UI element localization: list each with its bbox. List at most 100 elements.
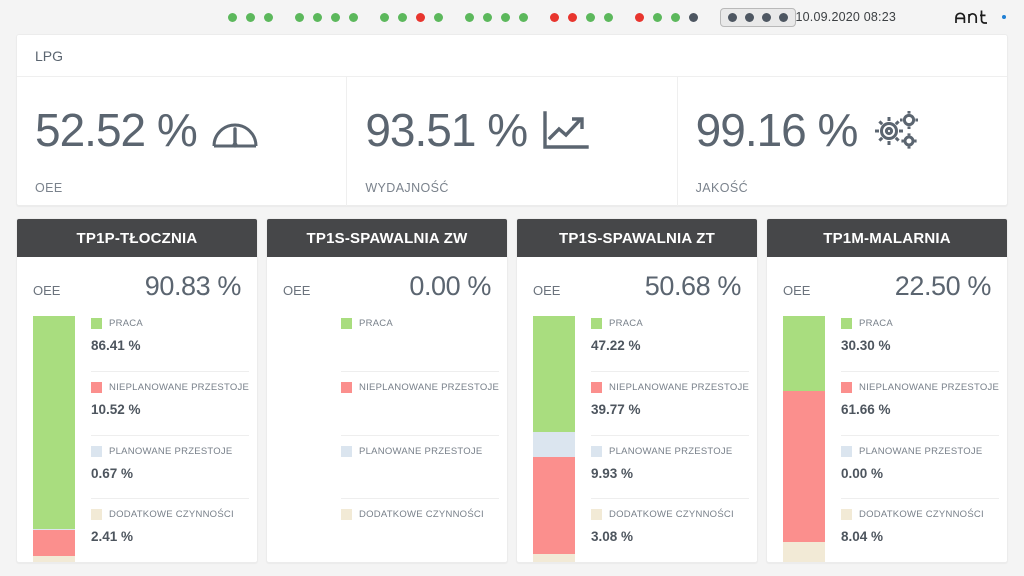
status-dot-ok[interactable] [519,12,528,22]
status-dot-ok[interactable] [604,12,613,22]
legend-swatch-planowane [91,445,102,457]
legend-item: PRACA 86.41 % [91,316,249,371]
bar-segment-praca [783,316,825,391]
status-dot-group-7[interactable] [720,7,796,27]
legend-swatch-dodatkowe [841,509,852,521]
kpi-cell-jakość: 99.16 % JAKOŚĆ [676,77,1007,206]
logo-accent-dot [1002,15,1006,19]
kpi-value: 93.51 % [365,104,528,156]
legend-label: NIEPLANOWANE PRZESTOJE [609,381,750,393]
legend-label: NIEPLANOWANE PRZESTOJE [359,381,500,393]
machine-legend: PRACA 30.30 % NIEPLANOWANE PRZESTOJE 61.66 … [825,316,1000,562]
kpi-cell-wydajność: 93.51 % WYDAJNOŚĆ [346,77,676,206]
status-dot-idle[interactable] [762,12,771,22]
status-dot-idle[interactable] [689,12,698,22]
status-dot-ok[interactable] [349,12,358,22]
stacked-bar [783,316,825,562]
status-dot-idle[interactable] [728,12,737,22]
machine-oee-label: OEE [283,283,311,298]
legend-swatch-praca [91,318,102,329]
legend-value [341,402,499,418]
machine-card-body: PRACA 47.22 % NIEPLANOWANE PRZESTOJE 39.77 … [517,308,757,562]
kpi-row: 52.52 % OEE 93.51 % WYDAJNOŚĆ 99.16 % JAKOŚĆ [17,77,1007,206]
legend-item: PLANOWANE PRZESTOJE 9.93 % [591,434,750,499]
legend-head: DODATKOWE CZYNNOŚCI [91,509,249,521]
legend-value: 10.52 % [91,401,141,417]
status-dot-ok[interactable] [653,12,662,22]
status-dot-ok[interactable] [264,12,273,22]
clock: 10.09.2020 08:23 [795,10,896,24]
machine-legend: PRACA 47.22 % NIEPLANOWANE PRZESTOJE 39.77 … [575,316,750,562]
status-dot-ok[interactable] [313,12,322,22]
machine-oee-label: OEE [33,283,61,298]
bar-segment-nieplanowane [533,456,575,555]
legend-value: 47.22 % [591,338,641,353]
machine-card-title: TP1M-MALARNIA [767,219,1007,257]
bar-segment-dodatkowe [533,554,575,562]
status-dot-ok[interactable] [465,12,474,22]
machine-oee-value: 22.50 % [894,271,992,301]
stacked-bar-wrap [533,316,575,562]
legend-label: DODATKOWE CZYNNOŚCI [609,509,734,521]
legend-value: 9.93 % [591,465,634,481]
status-dot-group-5 [550,12,613,22]
legend-item: PRACA 47.22 % [591,316,749,371]
legend-label: PRACA [859,318,893,329]
stacked-bar-wrap [33,316,75,562]
status-dot-idle[interactable] [779,12,788,22]
status-dot-ok[interactable] [380,12,389,22]
status-dot-alarm[interactable] [416,12,425,22]
machine-card[interactable]: TP1S-SPAWALNIA ZW OEE 0.00 % PRACA NIEPLANOW… [266,218,508,563]
legend-swatch-nieplanowane [841,381,852,393]
stacked-bar [283,316,325,562]
status-dot-group-4 [465,12,528,22]
legend-swatch-dodatkowe [91,509,102,521]
status-dot-ok[interactable] [434,12,443,22]
status-dot-ok[interactable] [228,12,237,22]
status-dot-alarm[interactable] [635,12,644,22]
stacked-bar [33,316,75,562]
status-dot-alarm[interactable] [550,12,559,22]
ant-logo [954,9,1006,25]
machine-oee-value: 90.83 % [144,271,242,301]
status-dot-ok[interactable] [586,12,595,22]
legend-swatch-nieplanowane [591,381,602,393]
legend-label: PLANOWANE PRZESTOJE [359,445,483,457]
status-dot-group-3 [380,12,443,22]
status-dot-ok[interactable] [483,12,492,22]
machine-oee-label: OEE [533,283,561,298]
legend-item: NIEPLANOWANE PRZESTOJE [341,370,500,435]
status-dot-ok[interactable] [671,12,680,22]
legend-value: 86.41 % [91,338,141,353]
machine-card[interactable]: TP1S-SPAWALNIA ZT OEE 50.68 % PRACA 47.22 % N… [516,218,758,563]
status-dot-alarm[interactable] [568,12,577,22]
gauge-icon [212,123,258,148]
legend-swatch-nieplanowane [341,381,352,393]
status-dot-ok[interactable] [331,12,340,22]
legend-value: 61.66 % [841,401,891,417]
status-dot-ok[interactable] [501,12,510,22]
legend-item: DODATKOWE CZYNNOŚCI [341,498,500,562]
status-dot-ok[interactable] [295,12,304,22]
legend-item: DODATKOWE CZYNNOŚCI 3.08 % [591,498,750,562]
machine-oee-row: OEE 90.83 % [17,257,257,308]
bar-segment-nieplanowane [783,390,825,543]
machine-card[interactable]: TP1P-TŁOCZNIA OEE 90.83 % PRACA 86.41 % NIEPL… [16,218,258,563]
legend-item: PRACA 30.30 % [841,316,999,371]
status-dot-ok[interactable] [246,12,255,22]
kpi-panel-title: LPG [17,35,1007,77]
legend-swatch-nieplanowane [91,381,102,393]
machine-card[interactable]: TP1M-MALARNIA OEE 22.50 % PRACA 30.30 % NIEPL… [766,218,1008,563]
status-dot-idle[interactable] [745,12,754,22]
machine-oee-row: OEE 50.68 % [517,257,757,308]
legend-swatch-dodatkowe [341,509,352,521]
legend-head: DODATKOWE CZYNNOŚCI [841,509,999,521]
legend-swatch-praca [591,318,602,329]
legend-label: PRACA [609,318,643,329]
kpi-main: 52.52 % [35,99,346,161]
legend-label: PRACA [359,318,393,329]
legend-label: DODATKOWE CZYNNOŚCI [109,509,234,521]
status-dot-group-6 [635,12,698,22]
bar-segment-nieplanowane [33,530,75,557]
status-dot-ok[interactable] [398,12,407,22]
